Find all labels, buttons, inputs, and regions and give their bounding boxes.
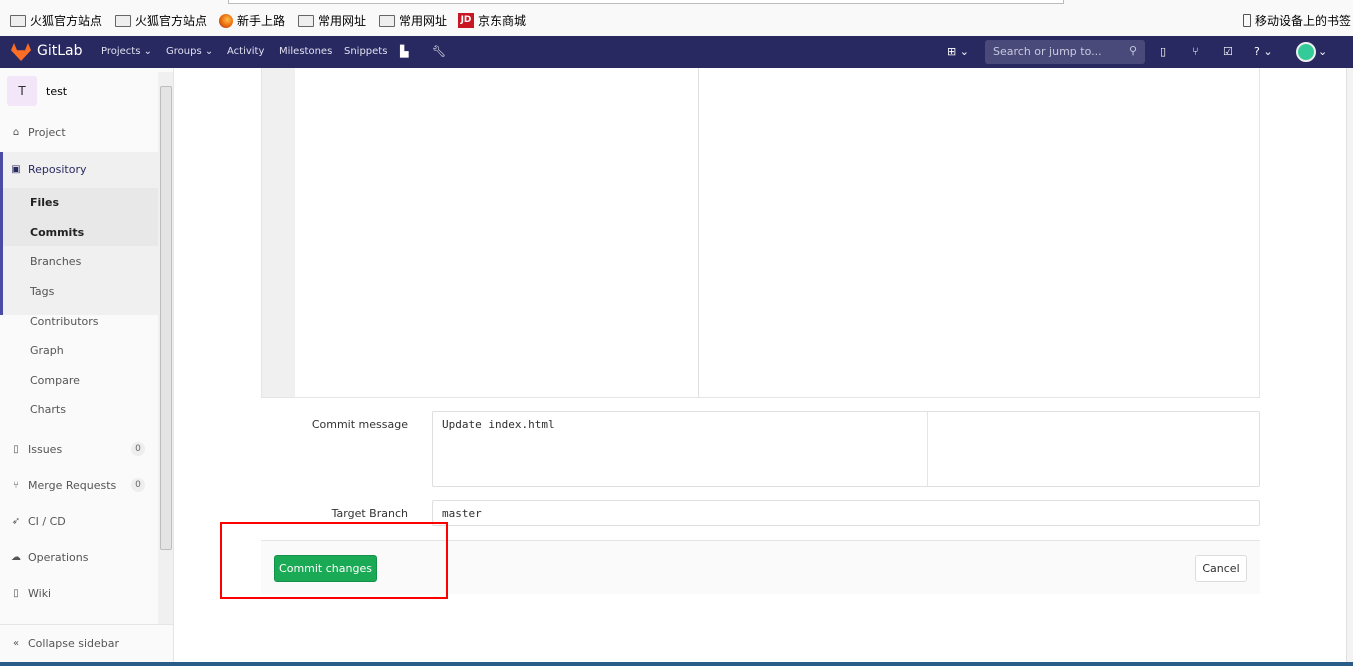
sidebar-item-tags[interactable]: Tags	[30, 285, 54, 298]
sidebar-item-project[interactable]: ⌂ Project	[0, 126, 158, 139]
nav-groups[interactable]: Groups ⌄	[166, 46, 213, 57]
issues-icon: ▯	[13, 444, 19, 455]
taskbar	[0, 662, 1353, 666]
commit-message-label: Commit message	[311, 418, 408, 431]
issues-count: 0	[131, 442, 145, 456]
sidebar-item-wiki[interactable]: ▯ Wiki	[0, 587, 158, 600]
commit-message-input[interactable]: Update index.html	[432, 411, 1260, 487]
bookmark-label: 移动设备上的书签	[1255, 14, 1352, 28]
label: Merge Requests	[28, 479, 117, 492]
brand[interactable]: GitLab	[37, 43, 83, 59]
home-icon: ⌂	[12, 127, 20, 138]
label: CI / CD	[28, 515, 66, 528]
target-branch-label: Target Branch	[331, 507, 408, 520]
cancel-button[interactable]: Cancel	[1195, 555, 1247, 582]
sidebar-item-commits[interactable]: Commits	[30, 226, 84, 239]
label: Project	[28, 126, 66, 139]
sidebar: T test ⌂ Project ▣ Repository Files Commit…	[0, 68, 174, 662]
code-editor[interactable]	[261, 68, 1260, 398]
highlight-annotation	[220, 522, 448, 599]
sidebar-item-operations[interactable]: ☁ Operations	[0, 551, 158, 564]
todo-icon[interactable]: ☑	[1223, 45, 1233, 58]
project-name[interactable]: test	[46, 85, 67, 98]
bookmark-label: 火狐官方站点	[135, 14, 208, 28]
bookmark[interactable]: JD 京东商城	[458, 12, 526, 29]
document-icon: ▣	[11, 164, 21, 175]
bookmark[interactable]: 常用网址	[379, 12, 447, 29]
target-branch-value: master	[442, 507, 482, 520]
browser-chrome: 火狐官方站点 火狐官方站点 新手上路 常用网址 常用网址 JD 京东商城 移动设备…	[0, 0, 1353, 36]
sidebar-item-files[interactable]: Files	[30, 196, 59, 209]
mr-count: 0	[131, 478, 145, 492]
folder-icon	[379, 14, 395, 27]
url-bar[interactable]	[228, 0, 1064, 4]
bookmark-label: 常用网址	[399, 14, 448, 28]
project-avatar: T	[7, 76, 37, 106]
commit-message-value: Update index.html	[442, 418, 555, 431]
collapse-sidebar-button[interactable]: « Collapse sidebar	[0, 637, 158, 650]
chevron-down-icon[interactable]: ⌄	[1318, 45, 1327, 58]
search-placeholder: Search or jump to...	[993, 45, 1102, 58]
target-branch-input[interactable]: master	[432, 500, 1260, 526]
nav-projects[interactable]: Projects ⌄	[101, 46, 152, 57]
chart-icon[interactable]: ▙	[400, 45, 408, 58]
folder-icon	[298, 14, 314, 27]
phone-icon	[1243, 14, 1251, 27]
plus-icon[interactable]: ⊞ ⌄	[947, 45, 969, 58]
bookmark-label: 火狐官方站点	[30, 14, 103, 28]
folder-icon	[115, 14, 131, 27]
search-icon: ⚲	[1128, 44, 1137, 57]
issues-icon[interactable]: ▯	[1160, 45, 1166, 58]
bookmark-label: 常用网址	[318, 14, 367, 28]
jd-icon: JD	[458, 13, 474, 28]
label: Wiki	[28, 587, 52, 600]
sidebar-scrollbar-thumb[interactable]	[160, 86, 172, 550]
sidebar-item-compare[interactable]: Compare	[30, 374, 80, 387]
wrench-icon[interactable]: 🔧︎	[432, 45, 446, 58]
gitlab-logo-icon[interactable]	[11, 43, 31, 61]
rocket-icon: ➶	[11, 516, 21, 527]
top-navbar: GitLab Projects ⌄ Groups ⌄ Activity Mile…	[0, 36, 1353, 68]
label: Collapse sidebar	[28, 637, 120, 650]
bookmark[interactable]: 新手上路	[219, 12, 285, 29]
sidebar-item-charts[interactable]: Charts	[30, 403, 66, 416]
sidebar-item-cicd[interactable]: ➶ CI / CD	[0, 515, 158, 528]
mobile-bookmarks[interactable]: 移动设备上的书签	[1243, 12, 1351, 29]
label: Repository	[28, 163, 87, 176]
sidebar-item-contributors[interactable]: Contributors	[30, 315, 99, 328]
cloud-icon: ☁	[11, 552, 21, 563]
firefox-icon	[219, 13, 233, 28]
sidebar-item-graph[interactable]: Graph	[30, 344, 64, 357]
print-margin	[698, 68, 699, 397]
help-icon[interactable]: ? ⌄	[1254, 45, 1273, 58]
bookmark-label: 京东商城	[478, 14, 527, 28]
double-chevron-left-icon: «	[12, 638, 20, 649]
bookmark-label: 新手上路	[237, 14, 286, 28]
bookmark[interactable]: 火狐官方站点	[10, 12, 102, 29]
search-input[interactable]: Search or jump to... ⚲	[985, 40, 1145, 64]
label: Issues	[28, 443, 63, 456]
sidebar-item-branches[interactable]: Branches	[30, 255, 81, 268]
merge-request-icon: ⑂	[13, 480, 19, 491]
merge-request-icon[interactable]: ⑂	[1192, 45, 1199, 58]
nav-activity[interactable]: Activity	[227, 46, 264, 57]
bookmark[interactable]: 常用网址	[298, 12, 366, 29]
label: Operations	[28, 551, 89, 564]
avatar[interactable]	[1296, 42, 1316, 62]
line-gutter	[262, 68, 295, 397]
folder-icon	[10, 14, 26, 27]
sidebar-item-repository[interactable]: ▣ Repository	[0, 163, 158, 176]
nav-snippets[interactable]: Snippets	[344, 46, 387, 57]
book-icon: ▯	[13, 588, 19, 599]
bookmark[interactable]: 火狐官方站点	[115, 12, 207, 29]
page-scrollbar[interactable]	[1346, 68, 1353, 662]
nav-milestones[interactable]: Milestones	[279, 46, 332, 57]
